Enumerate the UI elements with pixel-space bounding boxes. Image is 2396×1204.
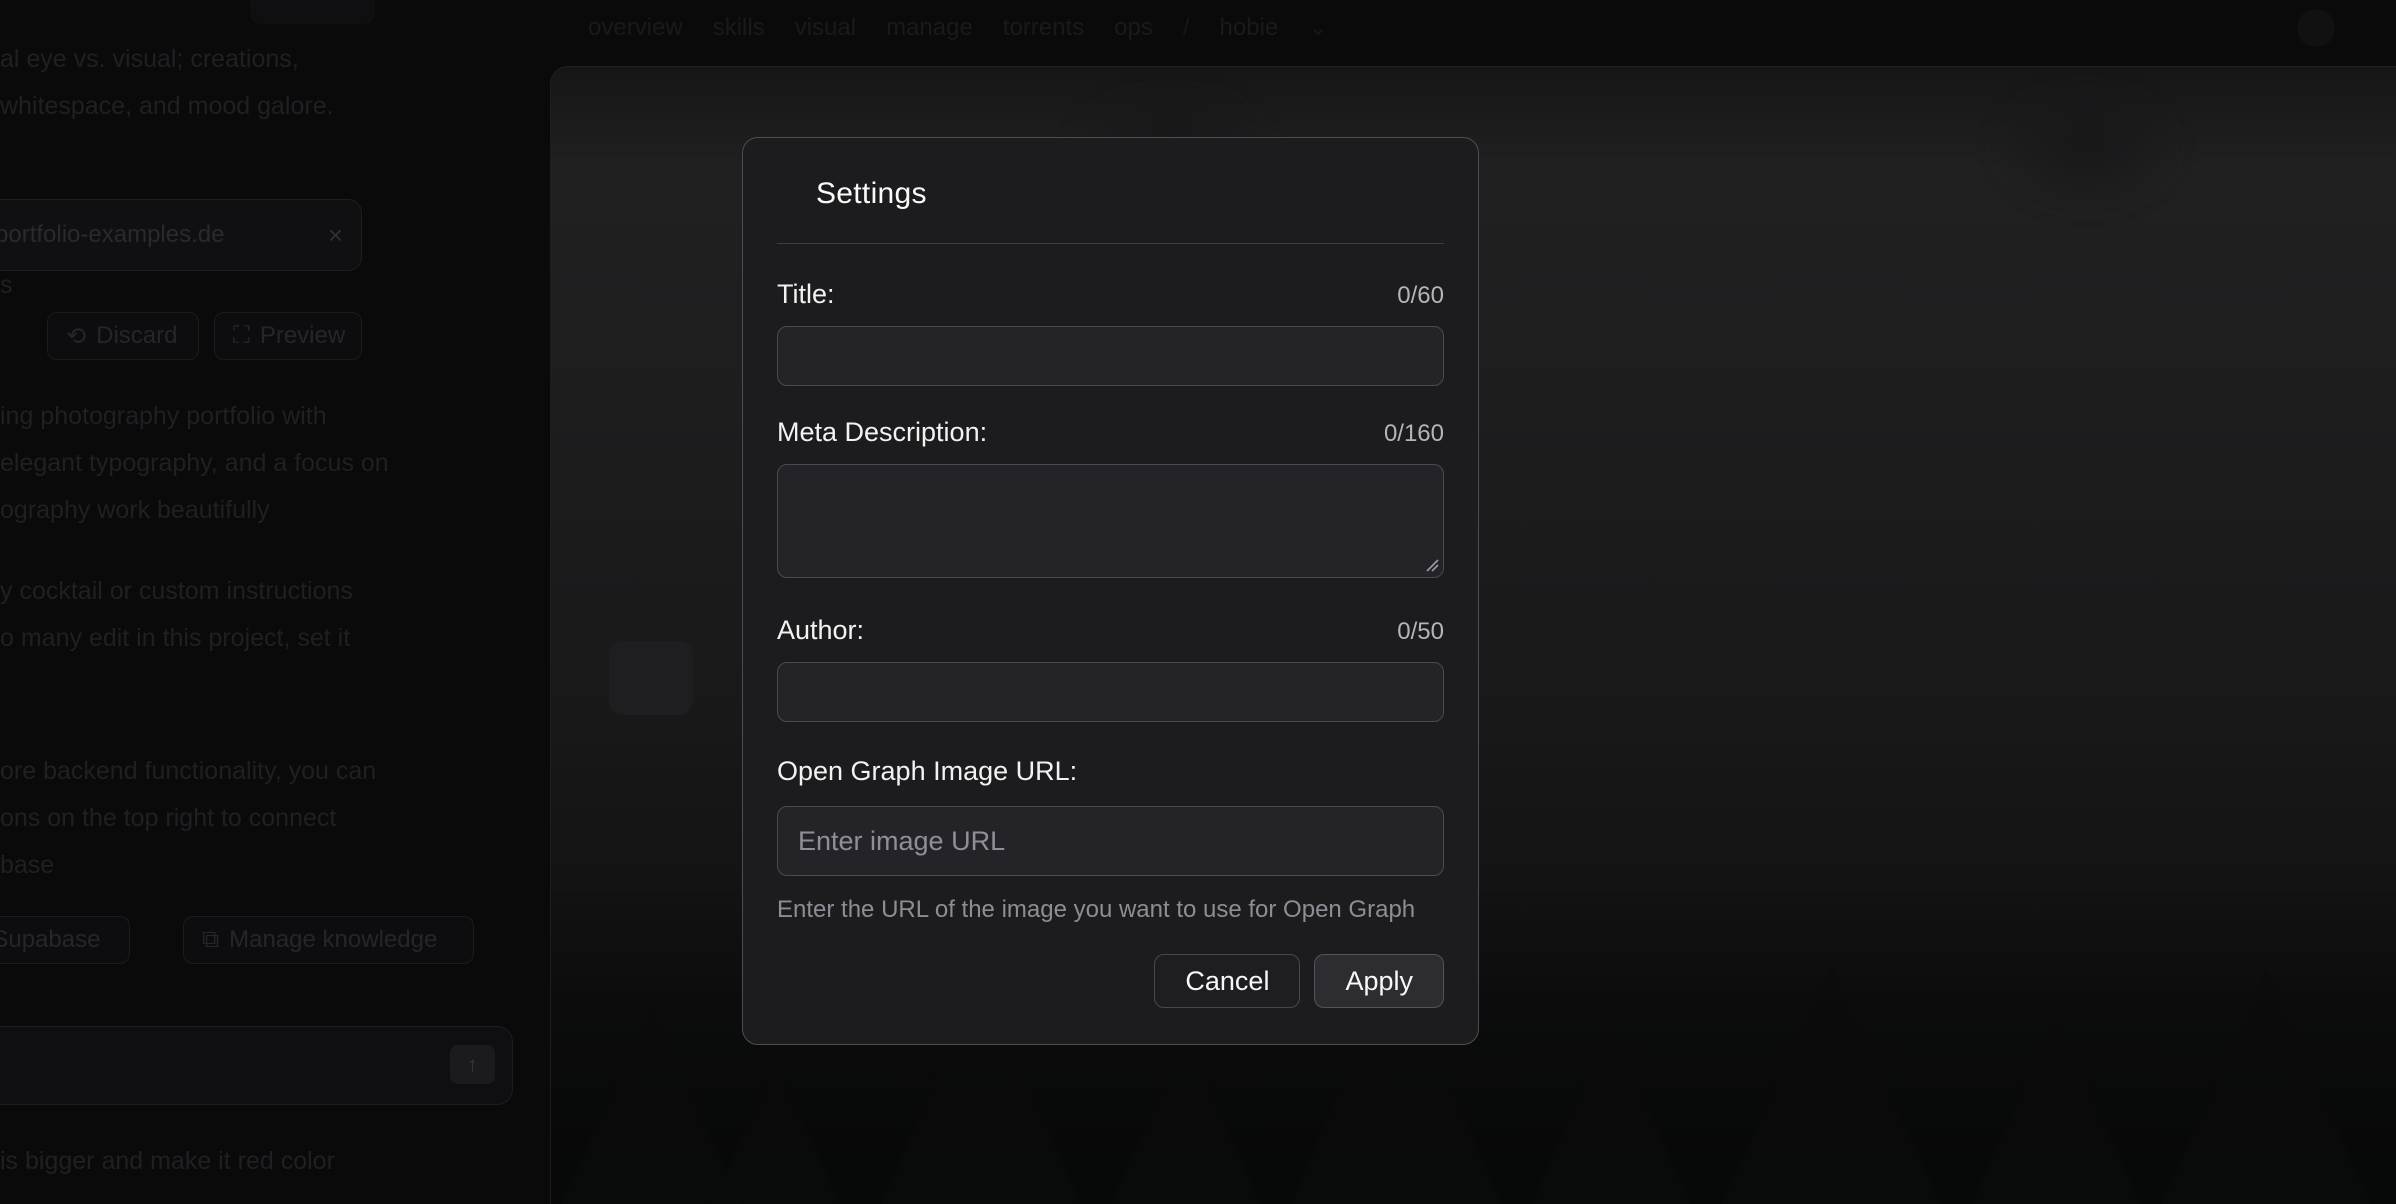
title-char-counter: 0/60 bbox=[1397, 282, 1444, 310]
topbar-nav: overview skills visual manage torrents o… bbox=[588, 0, 1328, 55]
chat-message-line: al eye vs. visual; creations, bbox=[0, 36, 299, 83]
divider bbox=[777, 243, 1444, 244]
discard-label: Discard bbox=[96, 322, 177, 350]
dialog-title: Settings bbox=[816, 176, 1444, 211]
og-helper-text: Enter the URL of the image you want to u… bbox=[777, 896, 1444, 924]
branch-silhouette bbox=[1991, 82, 2181, 212]
chat-message-line: o many edit in this project, set it bbox=[0, 615, 350, 662]
attachment-chip[interactable]: portfolio-examples.de × bbox=[0, 199, 362, 271]
preview-label: Preview bbox=[260, 322, 345, 350]
topbar-item[interactable]: visual bbox=[795, 14, 856, 42]
title-field[interactable] bbox=[777, 326, 1444, 386]
preview-button[interactable]: ⛶ Preview bbox=[214, 312, 362, 360]
preview-icon: ⛶ bbox=[233, 322, 250, 350]
chat-input[interactable]: ↑ bbox=[0, 1026, 513, 1105]
close-icon[interactable]: × bbox=[328, 220, 343, 251]
undo-icon: ⟲ bbox=[66, 322, 86, 351]
supabase-label: t Supabase bbox=[0, 926, 100, 954]
chat-sidebar: al eye vs. visual; creations, whitespace… bbox=[0, 0, 527, 1204]
avatar[interactable] bbox=[2297, 9, 2335, 47]
knowledge-icon: ⧉ bbox=[202, 926, 219, 954]
send-icon: ↑ bbox=[467, 1052, 478, 1078]
chat-message-line: elegant typography, and a focus on bbox=[0, 440, 389, 487]
og-image-url-field[interactable] bbox=[777, 806, 1444, 876]
chat-message-line: ing photography portfolio with bbox=[0, 393, 327, 440]
title-label: Title: bbox=[777, 279, 835, 310]
send-button[interactable]: ↑ bbox=[450, 1045, 495, 1084]
author-char-counter: 0/50 bbox=[1397, 618, 1444, 646]
chat-message-line: ography work beautifully bbox=[0, 487, 270, 534]
meta-description-char-counter: 0/160 bbox=[1384, 420, 1444, 448]
topbar-item[interactable]: ops bbox=[1114, 14, 1153, 42]
chat-message-line: ons on the top right to connect bbox=[0, 795, 336, 842]
settings-dialog: Settings Title: 0/60 Meta Description: 0… bbox=[742, 137, 1479, 1045]
cancel-button[interactable]: Cancel bbox=[1154, 954, 1300, 1008]
chat-message-line: is bigger and make it red color bbox=[0, 1138, 335, 1185]
sidebar-tab-stub bbox=[250, 0, 375, 24]
apply-button[interactable]: Apply bbox=[1314, 954, 1444, 1008]
chat-message-line: ore backend functionality, you can bbox=[0, 748, 376, 795]
discard-button[interactable]: ⟲ Discard bbox=[47, 312, 199, 360]
topbar-item[interactable]: skills bbox=[713, 14, 765, 42]
author-label: Author: bbox=[777, 615, 864, 646]
preview-widget-button[interactable] bbox=[609, 641, 693, 715]
author-field[interactable] bbox=[777, 662, 1444, 722]
chat-message-line: y cocktail or custom instructions bbox=[0, 568, 353, 615]
app-window: overview skills visual manage torrents o… bbox=[0, 0, 2396, 1204]
chevron-down-icon[interactable]: ⌄ bbox=[1308, 13, 1328, 42]
meta-description-label: Meta Description: bbox=[777, 417, 987, 448]
topbar-item[interactable]: overview bbox=[588, 14, 683, 42]
topbar-item[interactable]: manage bbox=[886, 14, 973, 42]
dialog-actions: Cancel Apply bbox=[777, 954, 1444, 1008]
meta-description-field[interactable] bbox=[777, 464, 1444, 578]
supabase-chip[interactable]: t Supabase bbox=[0, 916, 130, 964]
topbar-item[interactable]: torrents bbox=[1003, 14, 1084, 42]
breadcrumb-separator: / bbox=[1183, 14, 1190, 42]
chat-message-line: base bbox=[0, 842, 54, 889]
attachment-name: portfolio-examples.de bbox=[0, 221, 224, 249]
manage-knowledge-button[interactable]: ⧉ Manage knowledge bbox=[183, 916, 474, 964]
project-name[interactable]: hobie bbox=[1220, 14, 1279, 42]
chat-message-line: whitespace, and mood galore. bbox=[0, 83, 334, 130]
chat-message-line: s bbox=[0, 262, 13, 309]
og-image-url-label: Open Graph Image URL: bbox=[777, 756, 1444, 788]
manage-knowledge-label: Manage knowledge bbox=[229, 926, 437, 954]
